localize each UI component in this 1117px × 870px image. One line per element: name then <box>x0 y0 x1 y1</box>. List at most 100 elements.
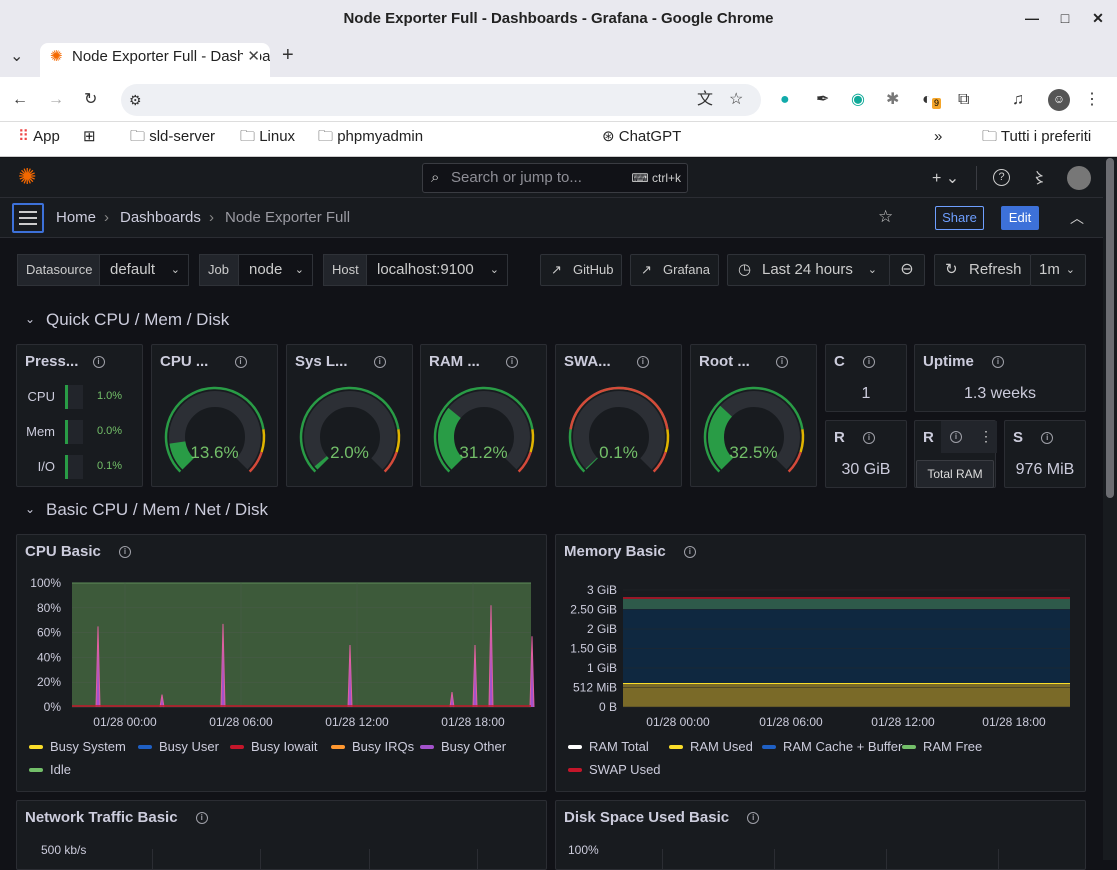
pressure-label: CPU <box>27 389 55 404</box>
share-button[interactable]: Share <box>935 206 984 230</box>
y-tick-label: 2.50 GiB <box>570 603 617 617</box>
bookmark-chatgpt[interactable]: ⊛ ChatGPT <box>602 122 681 152</box>
used-area <box>623 683 1070 707</box>
zoom-out-icon[interactable]: ⊖ <box>889 254 925 286</box>
breadcrumb-home[interactable]: Home <box>56 208 96 228</box>
menu-kebab-icon[interactable]: ⋮ <box>1084 90 1100 110</box>
variable-label-datasource: Datasource <box>17 254 100 286</box>
bookmark-linux[interactable]: 🗀 Linux <box>240 122 295 152</box>
y-tick-label: 20% <box>37 675 61 689</box>
bookmark-star-icon[interactable]: ☆ <box>729 90 743 110</box>
pressure-bar <box>65 385 83 409</box>
row-title-basic[interactable]: Basic CPU / Mem / Net / Disk <box>46 500 268 520</box>
panel-menu-icon[interactable]: ⋮ <box>979 428 993 445</box>
gauge <box>164 386 266 473</box>
rootfs-stat-panel: R i 30 GiB <box>825 420 907 488</box>
y-tick-label: 2 GiB <box>587 622 617 636</box>
legend-label: Busy System <box>50 739 126 754</box>
address-bar[interactable]: ⚙ 文 ☆ <box>121 84 761 116</box>
memory-basic-panel: Memory Basic i 3 GiB 2.50 GiB 2 GiB 1.50 Gi… <box>555 534 1086 792</box>
info-icon: i <box>92 356 105 369</box>
variable-datasource-select[interactable]: default ⌄ <box>99 254 189 286</box>
variable-job-select[interactable]: node ⌄ <box>238 254 313 286</box>
reload-icon[interactable]: ↻ <box>84 90 97 110</box>
cpu-basic-panel: CPU Basic i 100% 80% 60% 40% 20% 0% 01/28 00:0… <box>16 534 547 792</box>
divider <box>976 166 977 190</box>
grafana-logo-icon[interactable]: ✺ <box>18 166 36 188</box>
user-avatar[interactable] <box>1067 166 1091 190</box>
add-menu-icon[interactable]: + ⌄ <box>932 168 959 188</box>
y-tick: 100% <box>568 843 599 857</box>
gauge-panel: Sys L... i 2.0% <box>286 344 413 487</box>
scrollbar[interactable] <box>1103 158 1117 860</box>
more-bookmarks-icon[interactable]: » <box>934 122 942 152</box>
media-control-icon[interactable]: ♫ <box>1012 90 1024 110</box>
variable-label-job: Job <box>199 254 239 286</box>
folder-icon: 🗀 <box>240 128 256 145</box>
free-area <box>623 599 1070 609</box>
row-collapse-icon[interactable]: ⌄ <box>25 312 35 326</box>
y-tick-label: 1.50 GiB <box>570 642 617 656</box>
favorite-star-icon[interactable]: ☆ <box>878 207 893 227</box>
stat-value: 30 GiB <box>841 461 891 478</box>
bookmark-phpmyadmin[interactable]: 🗀 phpmyadmin <box>318 122 423 152</box>
row-title-quick[interactable]: Quick CPU / Mem / Disk <box>46 310 229 330</box>
refresh-interval-select[interactable]: 1m ⌄ <box>1030 254 1086 286</box>
help-icon[interactable]: ? <box>993 169 1010 186</box>
info-icon[interactable]: i <box>950 431 962 443</box>
row-collapse-icon[interactable]: ⌄ <box>25 502 35 516</box>
edit-button[interactable]: Edit <box>1001 206 1039 230</box>
extension-sync-icon[interactable]: ● <box>780 90 790 110</box>
new-tab-icon[interactable]: + <box>282 45 294 65</box>
collapse-chevron-icon[interactable]: ︿ <box>1070 208 1084 228</box>
close-tab-icon[interactable]: ✕ <box>243 43 260 71</box>
bookmark-all[interactable]: 🗀 Tutti i preferiti <box>982 122 1091 152</box>
extension-palette-icon[interactable]: ◉ <box>851 90 865 110</box>
variable-host-select[interactable]: localhost:9100 ⌄ <box>366 254 508 286</box>
maximize-icon[interactable]: □ <box>1047 0 1083 37</box>
x-tick-label: 01/28 06:00 <box>209 715 273 729</box>
info-icon: i <box>863 432 876 445</box>
gauge <box>299 386 401 473</box>
legend-swatch <box>331 745 345 749</box>
gauge-panel: RAM ... i 31.2% <box>420 344 547 487</box>
uptime-stat-panel: Uptime i 1.3 weeks <box>914 344 1086 412</box>
swap-stat-panel: S i 976 MiB <box>1004 420 1086 488</box>
extensions-puzzle-icon[interactable]: ⧉ <box>958 90 969 110</box>
tab-list-icon[interactable]: ⌄ <box>10 47 23 67</box>
pressure-value: 0.1% <box>97 460 123 472</box>
back-icon[interactable]: ← <box>12 90 28 110</box>
close-window-icon[interactable]: ✕ <box>1080 0 1116 37</box>
refresh-button[interactable]: ↻ Refresh <box>934 254 1031 286</box>
browser-tab[interactable]: ✺ Node Exporter Full - Dashboards - Graf… <box>40 43 270 77</box>
extension-badge-icon[interactable]: ◐ 9 <box>922 90 942 110</box>
legend-label: Busy Iowait <box>251 739 318 754</box>
pressure-row: CPU 1.0% <box>17 385 142 409</box>
legend-label: Idle <box>50 762 71 777</box>
panel-hover-header: i ⋮ <box>941 421 997 453</box>
legend-swatch <box>762 745 776 749</box>
news-rss-icon[interactable]: 〻 <box>1032 167 1047 188</box>
scrollbar-thumb[interactable] <box>1106 158 1114 498</box>
github-link[interactable]: ↗ GitHub <box>540 254 622 286</box>
bookmark-apps[interactable]: ⠿ App <box>18 122 60 152</box>
translate-icon[interactable]: 文 <box>697 90 713 110</box>
y-tick-label: 100% <box>30 576 61 590</box>
tab-title: Node Exporter Full - Dashboards - Grafan… <box>72 48 270 65</box>
legend-label: RAM Cache + Buffer <box>783 739 903 754</box>
search-input[interactable]: ⌕ Search or jump to... ⌨ ctrl+k <box>422 163 688 193</box>
menu-hamburger-icon[interactable] <box>12 203 44 233</box>
tab-groups-icon[interactable]: ⊞ <box>83 122 96 152</box>
minimize-icon[interactable]: — <box>1014 0 1050 37</box>
x-tick-label: 01/28 00:00 <box>93 715 157 729</box>
breadcrumb-dashboards[interactable]: Dashboards <box>120 208 201 228</box>
y-tick: 500 kb/s <box>41 843 87 857</box>
site-info-icon[interactable]: ⚙ <box>129 90 142 110</box>
bookmark-sld-server[interactable]: 🗀 sld-server <box>130 122 215 152</box>
grafana-link[interactable]: ↗ Grafana <box>630 254 719 286</box>
time-range-picker[interactable]: ◷ Last 24 hours ⌄ <box>727 254 890 286</box>
extension-pen-icon[interactable]: ✒ <box>816 90 829 110</box>
profile-avatar[interactable]: ☺ <box>1048 89 1070 111</box>
extension-bug-icon[interactable]: ✱ <box>886 90 899 110</box>
forward-icon[interactable]: → <box>48 90 64 110</box>
